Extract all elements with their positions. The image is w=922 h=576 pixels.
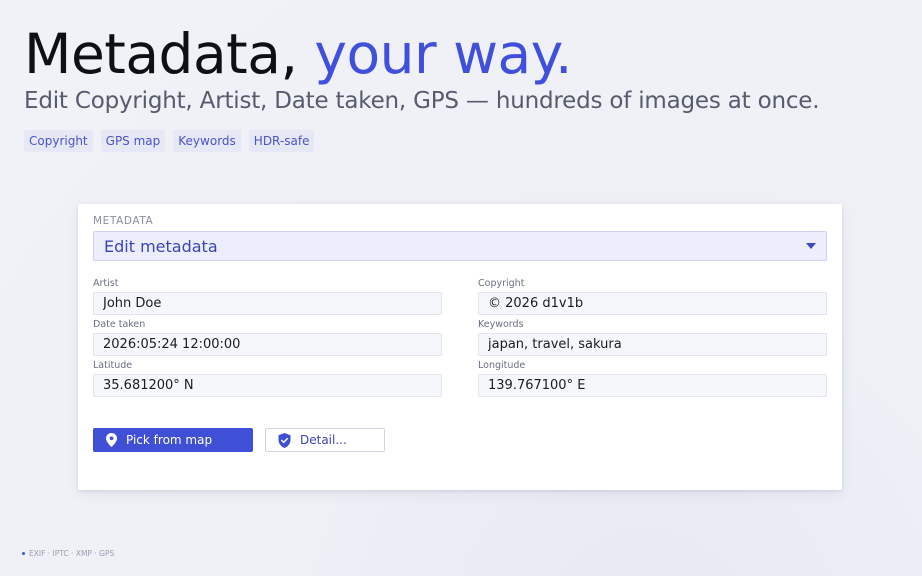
headline-accent: your way. — [314, 22, 572, 86]
longitude-input[interactable] — [478, 374, 827, 397]
date-taken-input[interactable] — [93, 333, 442, 356]
chevron-down-icon — [806, 243, 816, 249]
copyright-input[interactable] — [478, 292, 827, 315]
keywords-label: Keywords — [478, 319, 524, 330]
longitude-field-group: Longitude — [478, 360, 827, 397]
subhead: Edit Copyright, Artist, Date taken, GPS … — [24, 88, 820, 114]
pick-from-map-button[interactable]: Pick from map — [93, 428, 253, 452]
artist-input[interactable] — [93, 292, 442, 315]
keywords-input[interactable] — [478, 333, 827, 356]
footer-text: EXIF · IPTC · XMP · GPS — [29, 549, 115, 558]
chip-copyright: Copyright — [24, 130, 93, 152]
metadata-fields: Artist Copyright Date taken Keywords Lat… — [93, 278, 827, 397]
pick-from-map-label: Pick from map — [126, 433, 213, 447]
latitude-label: Latitude — [93, 360, 133, 371]
detail-label: Detail... — [300, 433, 347, 447]
feature-chips: Copyright GPS map Keywords HDR-safe — [24, 130, 904, 152]
chip-gps-map: GPS map — [100, 130, 166, 152]
chip-hdr-safe: HDR-safe — [248, 130, 315, 152]
latitude-field-group: Latitude — [93, 360, 442, 397]
metadata-mode-dropdown[interactable]: Edit metadata — [93, 231, 827, 261]
copyright-field-group: Copyright — [478, 278, 827, 315]
map-pin-icon — [106, 433, 117, 447]
card-actions: Pick from map Detail... — [93, 428, 827, 452]
headline: Metadata, your way. — [24, 22, 904, 86]
artist-label: Artist — [93, 278, 119, 289]
headline-main: Metadata, — [24, 22, 298, 86]
detail-button[interactable]: Detail... — [265, 428, 385, 452]
artist-field-group: Artist — [93, 278, 442, 315]
section-label: METADATA — [93, 215, 154, 227]
shield-check-icon — [278, 432, 291, 448]
copyright-label: Copyright — [478, 278, 525, 289]
footer: EXIF · IPTC · XMP · GPS — [22, 549, 114, 558]
footer-dot-icon — [22, 552, 25, 555]
date-taken-field-group: Date taken — [93, 319, 442, 356]
chip-keywords: Keywords — [173, 130, 241, 152]
dropdown-selected-value: Edit metadata — [104, 236, 218, 256]
latitude-input[interactable] — [93, 374, 442, 397]
longitude-label: Longitude — [478, 360, 526, 371]
hero: Metadata, your way. Edit Copyright, Arti… — [24, 22, 904, 152]
keywords-field-group: Keywords — [478, 319, 827, 356]
date-taken-label: Date taken — [93, 319, 146, 330]
metadata-card: METADATA Edit metadata Artist Copyright … — [78, 204, 842, 490]
